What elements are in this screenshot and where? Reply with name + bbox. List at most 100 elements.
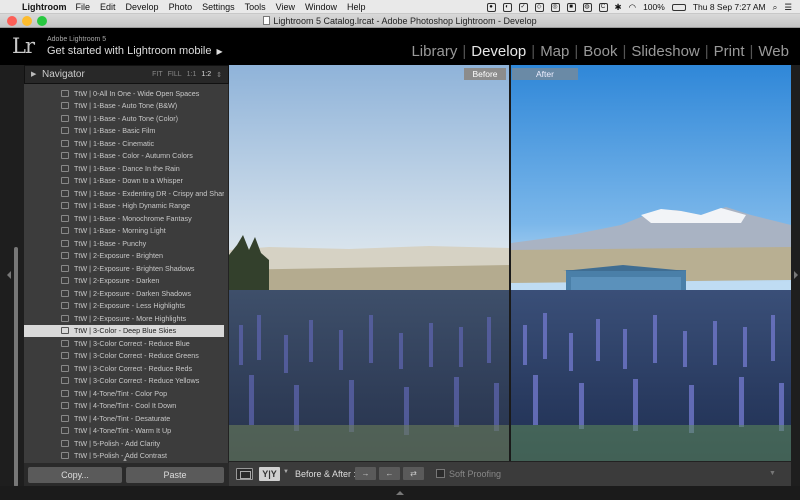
preset-item[interactable]: TtW | 2-Exposure - Brighten [24,250,224,263]
module-library[interactable]: Library [406,43,462,60]
filmstrip-edge[interactable] [0,486,800,500]
status-icon-1[interactable]: ● [486,2,496,12]
menu-edit[interactable]: Edit [100,2,116,12]
copy-after-to-before-button[interactable]: ← [379,467,400,480]
module-book[interactable]: Book [578,43,622,60]
preset-item[interactable]: TtW | 3-Color Correct - Reduce Blue [24,337,224,350]
menu-settings[interactable]: Settings [202,2,235,12]
preset-item[interactable]: TtW | 4-Tone/Tint - Warm It Up [24,425,224,438]
preset-item[interactable]: TtW | 2-Exposure - More Highlights [24,312,224,325]
status-icon-6[interactable]: C [598,2,608,12]
loupe-view-button[interactable] [236,468,253,480]
preset-item[interactable]: TtW | 2-Exposure - Less Highlights [24,300,224,313]
zoom-fit[interactable]: FIT [152,71,163,79]
preset-item[interactable]: TtW | 5-Polish - Add Clarity [24,437,224,450]
dropbox-icon[interactable]: ◇ [534,2,544,12]
battery-icon[interactable] [671,3,686,11]
preset-icon [61,239,69,247]
menu-develop[interactable]: Develop [126,2,159,12]
copy-before-to-after-button[interactable]: → [355,467,376,480]
zoom-1-2[interactable]: 1:2 [201,71,211,79]
preset-label: TtW | 1-Base - High Dynamic Range [74,201,191,211]
preset-item[interactable]: TtW | 4-Tone/Tint - Cool It Down [24,400,224,413]
preset-item[interactable]: TtW | 3-Color Correct - Reduce Yellows [24,375,224,388]
play-arrow-icon: ▶ [216,47,223,56]
after-photo[interactable] [511,65,791,461]
maximize-window-button[interactable] [37,16,47,26]
notification-center-icon[interactable]: ☰ [784,2,792,13]
soft-proofing-checkbox[interactable] [436,469,445,478]
left-panel-edge[interactable] [0,65,24,490]
before-after-view[interactable]: Before After [229,65,791,461]
preset-item[interactable]: TtW | 3-Color Correct - Reduce Reds [24,362,224,375]
preset-item[interactable]: TtW | 0-All In One - Wide Open Spaces [24,87,224,100]
module-web[interactable]: Web [753,43,794,60]
check-icon[interactable]: ✓ [518,2,528,12]
mobile-prompt[interactable]: Get started with Lightroom mobile ▶ [47,45,223,57]
zoom-dropdown-icon[interactable]: ⇕ [216,71,222,79]
preset-item[interactable]: TtW | 1-Base - Dance In the Rain [24,162,224,175]
view-mode-dropdown-icon[interactable]: ▼ [283,469,289,475]
collapse-right-arrow-icon[interactable] [794,271,798,279]
preset-icon [61,452,69,459]
module-slideshow[interactable]: Slideshow [626,43,704,60]
status-icon-5[interactable]: ◍ [582,2,592,12]
spotlight-icon[interactable]: ⌕ [773,2,778,13]
preset-label: TtW | 1-Base - Down to a Whisper [74,176,183,186]
preset-item[interactable]: TtW | 2-Exposure - Darken [24,275,224,288]
status-icon-3[interactable]: ◎ [550,2,560,12]
menu-window[interactable]: Window [305,2,337,12]
expand-triangle-icon[interactable]: ▶ [31,70,36,78]
preset-label: TtW | 3-Color Correct - Reduce Greens [74,351,199,361]
bluetooth-icon[interactable]: ✱ [615,2,622,13]
preset-item[interactable]: TtW | 1-Base - Down to a Whisper [24,175,224,188]
menu-file[interactable]: File [76,2,91,12]
menu-tools[interactable]: Tools [245,2,266,12]
menu-view[interactable]: View [276,2,295,12]
module-map[interactable]: Map [535,43,574,60]
preset-item[interactable]: TtW | 1-Base - Monochrome Fantasy [24,212,224,225]
expand-filmstrip-arrow-icon[interactable] [396,491,404,495]
right-panel-edge[interactable] [791,65,800,490]
preset-item[interactable]: TtW | 1-Base - High Dynamic Range [24,200,224,213]
before-photo[interactable] [229,65,509,461]
preset-item[interactable]: TtW | 1-Base - Morning Light [24,225,224,238]
menu-help[interactable]: Help [347,2,366,12]
zoom-1-1[interactable]: 1:1 [187,71,197,79]
before-after-view-button[interactable]: Y|Y [259,467,280,481]
collapse-left-arrow-icon[interactable] [7,271,11,279]
window-controls [7,16,47,26]
preset-item[interactable]: TtW | 2-Exposure - Darken Shadows [24,287,224,300]
preset-item[interactable]: TtW | 1-Base - Auto Tone (B&W) [24,100,224,113]
preset-item[interactable]: TtW | 1-Base - Punchy [24,237,224,250]
preset-item[interactable]: TtW | 3-Color Correct - Reduce Greens [24,350,224,363]
menu-photo[interactable]: Photo [169,2,193,12]
minimize-window-button[interactable] [22,16,32,26]
navigator-header[interactable]: ▶ Navigator FIT FILL 1:1 1:2 ⇕ [24,65,229,84]
menu-app-name[interactable]: Lightroom [22,2,67,12]
preset-item[interactable]: TtW | 1-Base - Exdenting DR - Crispy and… [24,187,224,200]
wifi-icon[interactable]: ◠ [629,2,636,13]
preset-item[interactable]: TtW | 2-Exposure - Brighten Shadows [24,262,224,275]
zoom-fill[interactable]: FILL [168,71,182,79]
close-window-button[interactable] [7,16,17,26]
status-icon-2[interactable]: ◐ [502,2,512,12]
status-area: ● ◐ ✓ ◇ ◎ ■ ◍ C ✱ ◠ 100% Thu 8 Sep 7:27 … [486,0,792,14]
preset-scrollbar[interactable] [14,247,18,487]
preset-item[interactable]: TtW | 1-Base - Auto Tone (Color) [24,112,224,125]
module-print[interactable]: Print [709,43,750,60]
preset-item[interactable]: TtW | 4-Tone/Tint - Desaturate [24,412,224,425]
swap-settings-button[interactable]: ⇄ [403,467,424,480]
module-develop[interactable]: Develop [466,43,531,60]
preset-icon [61,327,69,335]
clock[interactable]: Thu 8 Sep 7:27 AM [693,2,766,12]
preset-item[interactable]: TtW | 1-Base - Color - Autumn Colors [24,150,224,163]
status-icon-4[interactable]: ■ [566,2,576,12]
preset-item[interactable]: TtW | 3-Color - Deep Blue Skies [24,324,224,337]
preset-item[interactable]: TtW | 1-Base - Cinematic [24,137,224,150]
copy-button[interactable]: Copy... [28,467,122,483]
preset-item[interactable]: TtW | 4-Tone/Tint - Color Pop [24,387,224,400]
preset-item[interactable]: TtW | 1-Base - Basic Film [24,125,224,138]
paste-button[interactable]: Paste [126,467,224,483]
toolbar-options-icon[interactable]: ▼ [769,470,776,477]
